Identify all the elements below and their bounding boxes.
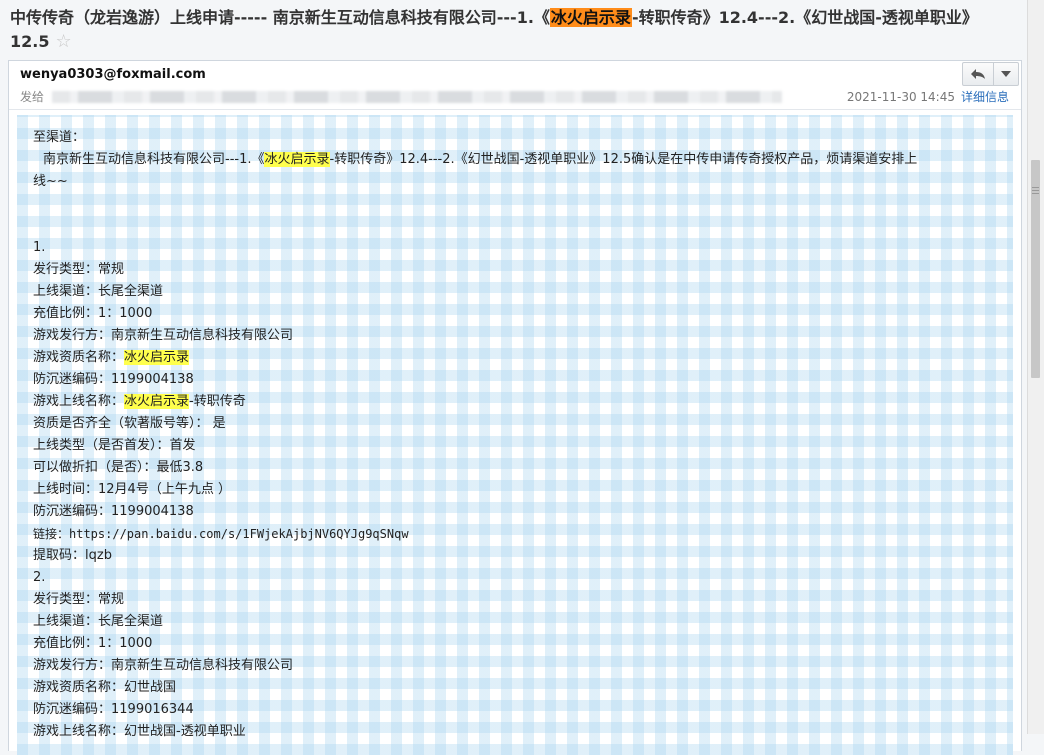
text-segment: 防沉迷编码：1199016344 [33, 702, 194, 717]
detail-line: 充值比例：1：1000 [33, 303, 997, 325]
detail-line: 游戏资质名称：冰火启示录 [33, 347, 997, 369]
text-segment: 充值比例：1：1000 [33, 306, 153, 321]
highlighted-term: 冰火启示录 [264, 152, 330, 167]
text-segment: 南京新生互动信息科技有限公司---1.《 [43, 152, 265, 167]
detail-line: 资质是否齐全（软著版号等）： 是 [33, 413, 997, 435]
sender-address[interactable]: wenya0303@foxmail.com [20, 67, 206, 82]
text-segment: 上线时间：12月4号（上午九点 ） [33, 482, 231, 497]
text-segment: 发行类型：常规 [33, 592, 125, 607]
email-header: wenya0303@foxmail.com 发给 2021-11-30 14:4… [9, 61, 1021, 110]
text-segment: 中传传奇（龙岩逸游）上线申请----- 南京新生互动信息科技有限公司---1.《 [10, 8, 550, 27]
highlighted-term: 冰火启示录 [124, 394, 190, 409]
detail-line: 发行类型：常规 [33, 259, 997, 281]
reply-icon[interactable] [963, 63, 993, 85]
text-segment: 上线渠道：长尾全渠道 [33, 614, 164, 629]
highlighted-term: 冰火启示录 [549, 8, 632, 27]
detail-line: 提取码：lqzb [33, 545, 997, 567]
detail-line: 上线渠道：长尾全渠道 [33, 281, 997, 303]
detail-line: 游戏发行方：南京新生互动信息科技有限公司 [33, 655, 997, 677]
intro-paragraph: 南京新生互动信息科技有限公司---1.《冰火启示录-转职传奇》12.4---2.… [33, 149, 997, 171]
email-panel: wenya0303@foxmail.com 发给 2021-11-30 14:4… [8, 60, 1022, 755]
detail-line: 1. [33, 237, 997, 259]
vertical-scrollbar[interactable] [1027, 0, 1044, 734]
recipients-row: 发给 [20, 88, 783, 105]
text-segment: 游戏资质名称：幻世战国 [33, 680, 177, 695]
text-segment: 提取码：lqzb [33, 548, 112, 563]
detail-line: 防沉迷编码：1199004138 [33, 501, 997, 523]
text-segment: -转职传奇》12.4---2.《幻世战国-透视单职业》12.5确认是在中传申请传… [329, 152, 918, 167]
text-segment: 游戏发行方：南京新生互动信息科技有限公司 [33, 328, 294, 343]
detail-line: 充值比例：1：1000 [33, 633, 997, 655]
chevron-down-icon[interactable] [993, 63, 1018, 85]
text-segment: 充值比例：1：1000 [33, 636, 153, 651]
text-segment: 游戏上线名称：幻世战国-透视单职业 [33, 724, 246, 739]
redacted-recipients [52, 90, 783, 103]
text-segment: -转职传奇 [189, 394, 246, 409]
greeting: 至渠道： [33, 130, 86, 145]
text-segment: 资质是否齐全（软著版号等）： 是 [33, 416, 226, 431]
detail-line: 游戏发行方：南京新生互动信息科技有限公司 [33, 325, 997, 347]
intro-tail: 线~~ [33, 174, 68, 189]
detail-line: 上线渠道：长尾全渠道 [33, 611, 997, 633]
email-body: 至渠道： 南京新生互动信息科技有限公司---1.《冰火启示录-转职传奇》12.4… [17, 115, 1013, 755]
scrollbar-grip-icon [1032, 186, 1039, 194]
detail-line: 防沉迷编码：1199016344 [33, 699, 997, 721]
detail-line: 上线类型（是否首发）：首发 [33, 435, 997, 457]
sent-time: 2021-11-30 14:45 [846, 90, 955, 104]
to-label: 发给 [20, 90, 45, 104]
text-segment: 防沉迷编码：1199004138 [33, 504, 194, 519]
detail-line: 防沉迷编码：1199004138 [33, 369, 997, 391]
email-subject: 中传传奇（龙岩逸游）上线申请----- 南京新生互动信息科技有限公司---1.《… [10, 6, 1010, 54]
detail-line: 游戏资质名称：幻世战国 [33, 677, 997, 699]
text-segment: 游戏发行方：南京新生互动信息科技有限公司 [33, 658, 294, 673]
text-segment: 2. [33, 570, 46, 585]
text-segment: 游戏资质名称： [33, 350, 125, 365]
message-actions [962, 62, 1019, 86]
text-segment: 发行类型：常规 [33, 262, 125, 277]
detail-line: 游戏上线名称：冰火启示录-转职传奇 [33, 391, 997, 413]
text-segment: 可以做折扣（是否）：最低3.8 [33, 460, 204, 475]
detail-line: 2. [33, 567, 997, 589]
text-segment: 防沉迷编码：1199004138 [33, 372, 194, 387]
detail-line: 上线时间：12月4号（上午九点 ） [33, 479, 997, 501]
star-icon[interactable]: ☆ [55, 31, 71, 52]
text-segment: 上线类型（是否首发）：首发 [33, 438, 196, 453]
text-segment: 游戏上线名称： [33, 394, 125, 409]
application-details: 1. 发行类型：常规 上线渠道：长尾全渠道 充值比例：1：1000 游戏发行方：南京新生… [33, 237, 997, 743]
detail-line: 发行类型：常规 [33, 589, 997, 611]
text-segment: 1. [33, 240, 46, 255]
email-datetime: 2021-11-30 14:45 详细信息 [847, 88, 1009, 105]
email-content: 至渠道： 南京新生互动信息科技有限公司---1.《冰火启示录-转职传奇》12.4… [17, 115, 1013, 743]
text-segment: 链接：https://pan.baidu.com/s/1FWjekAjbjNV6… [33, 527, 409, 541]
details-link[interactable]: 详细信息 [961, 90, 1009, 104]
detail-line: 可以做折扣（是否）：最低3.8 [33, 457, 997, 479]
text-segment: 上线渠道：长尾全渠道 [33, 284, 164, 299]
highlighted-term: 冰火启示录 [124, 350, 190, 365]
detail-line: 游戏上线名称：幻世战国-透视单职业 [33, 721, 997, 743]
detail-line: 链接：https://pan.baidu.com/s/1FWjekAjbjNV6… [33, 523, 997, 545]
subject-text: 中传传奇（龙岩逸游）上线申请----- 南京新生互动信息科技有限公司---1.《… [10, 8, 978, 51]
